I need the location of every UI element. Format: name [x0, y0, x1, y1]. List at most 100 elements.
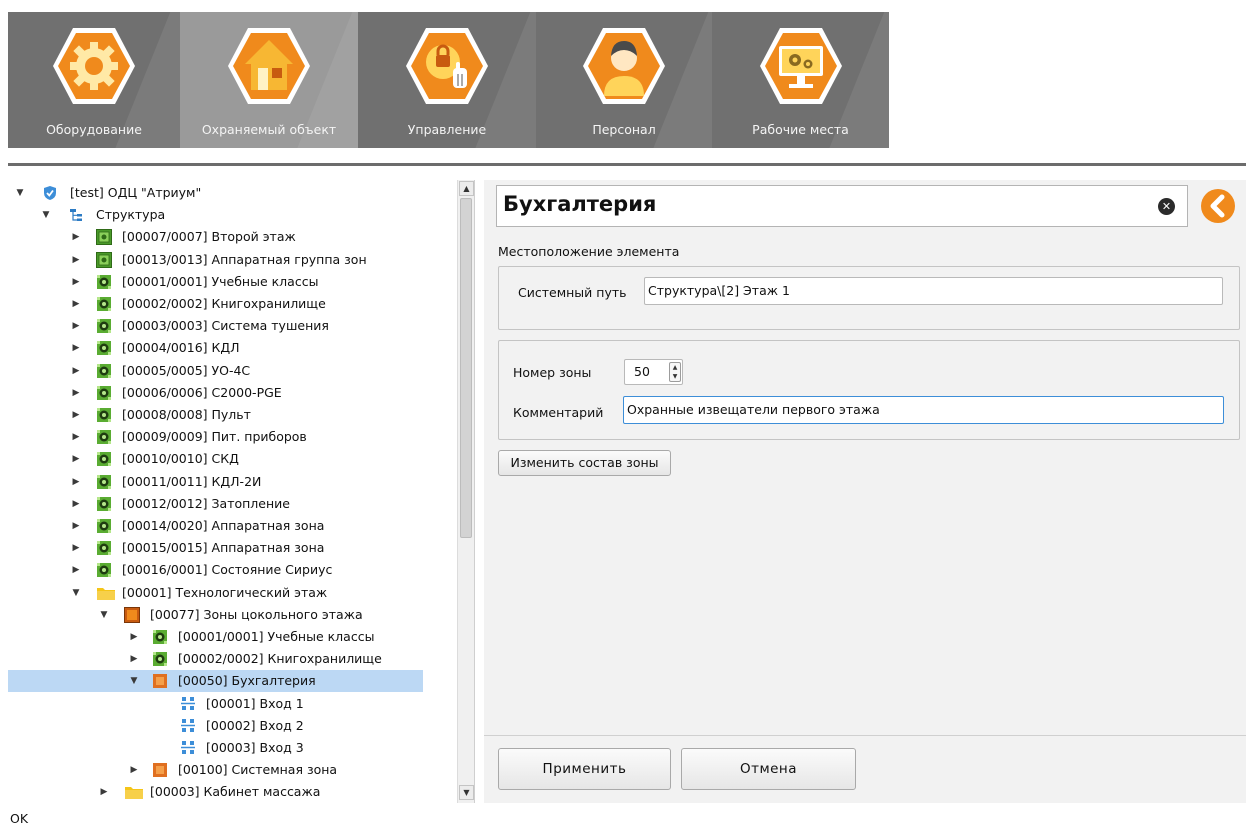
tree-row[interactable]: ▶ [00011/0011] КДЛ-2И [8, 471, 456, 493]
tree-row[interactable]: ▶ [00002/0002] Книгохранилище [8, 293, 456, 315]
tab-personnel[interactable]: Персонал [536, 12, 712, 148]
expand-arrow-icon[interactable]: ▶ [98, 781, 110, 803]
scroll-thumb[interactable] [460, 198, 472, 538]
hardware-zone-icon [96, 296, 112, 312]
collapse-arrow-icon[interactable]: ▼ [40, 204, 52, 226]
tree-row[interactable]: ▶ [00004/0016] КДЛ [8, 337, 456, 359]
zone-number-spinbox[interactable]: 50 ▲ ▼ [624, 359, 683, 385]
expand-arrow-icon[interactable]: ▶ [70, 315, 82, 337]
expand-arrow-icon[interactable]: ▶ [70, 448, 82, 470]
tree-row[interactable]: ▶ [00016/0001] Состояние Сириус [8, 559, 456, 581]
tree-row[interactable]: ▶ [00003] Кабинет массажа [8, 781, 456, 803]
expand-arrow-icon[interactable]: ▶ [128, 648, 140, 670]
collapse-arrow-icon[interactable]: ▼ [128, 670, 140, 692]
tree-row-label: [00016/0001] Состояние Сириус [122, 562, 333, 578]
collapse-arrow-icon[interactable]: ▼ [98, 604, 110, 626]
tree-row[interactable]: ▶ [00009/0009] Пит. приборов [8, 426, 456, 448]
tree-row[interactable]: ▶ [00015/0015] Аппаратная зона [8, 537, 456, 559]
back-arrow-icon[interactable] [1198, 186, 1238, 226]
system-path-field[interactable]: Структура\[2] Этаж 1 [644, 277, 1223, 305]
expand-arrow-icon[interactable]: ▶ [70, 471, 82, 493]
tree-row-label: [00003/0003] Система тушения [122, 318, 329, 334]
collapse-arrow-icon[interactable]: ▼ [70, 582, 82, 604]
expand-arrow-icon[interactable]: ▶ [70, 493, 82, 515]
tree-row[interactable]: ▶ [00006/0006] С2000-PGE [8, 382, 456, 404]
tree-row[interactable]: [00002] Вход 2 [8, 715, 456, 737]
tree-row[interactable]: [00001] Вход 1 [8, 693, 456, 715]
expand-arrow-icon[interactable]: ▶ [128, 626, 140, 648]
tab-workstations[interactable]: Рабочие места [712, 12, 889, 148]
expand-arrow-icon[interactable]: ▶ [70, 226, 82, 248]
scroll-down-button[interactable]: ▼ [459, 785, 474, 800]
tree-row[interactable]: ▼ [00001] Технологический этаж [8, 582, 456, 604]
tree-row[interactable]: ▶ [00002/0002] Книгохранилище [8, 648, 456, 670]
tree-row[interactable]: ▼ [00077] Зоны цокольного этажа [8, 604, 456, 626]
hardware-zone-icon [96, 318, 112, 334]
zone-number-label: Номер зоны [513, 365, 592, 380]
expand-arrow-icon[interactable]: ▶ [70, 271, 82, 293]
tree-row-label: [00009/0009] Пит. приборов [122, 429, 307, 445]
expand-arrow-icon[interactable]: ▶ [128, 759, 140, 781]
tree-row[interactable]: ▶ [00001/0001] Учебные классы [8, 271, 456, 293]
tree-row[interactable]: ▶ [00003/0003] Система тушения [8, 315, 456, 337]
tab-protected-object[interactable]: Охраняемый объект [180, 12, 358, 148]
tree-row[interactable]: ▶ [00012/0012] Затопление [8, 493, 456, 515]
tree-row[interactable]: ▶ [00001/0001] Учебные классы [8, 626, 456, 648]
tree-row-selected[interactable]: ▼ [00050] Бухгалтерия [8, 670, 423, 693]
tree-row[interactable]: ▶ [00005/0005] УО-4С [8, 360, 456, 382]
tree-row[interactable]: ▼ Структура [8, 204, 456, 226]
tree-row-label: [00077] Зоны цокольного этажа [150, 606, 363, 622]
cancel-button[interactable]: Отмена [681, 748, 856, 790]
monitor-gears-icon [757, 22, 845, 110]
tree-scrollbar[interactable]: ▲ ▼ [457, 180, 474, 803]
tree-row[interactable]: ▶ [00010/0010] СКД [8, 448, 456, 470]
expand-arrow-icon[interactable]: ▶ [70, 293, 82, 315]
tab-equipment-label: Оборудование [46, 122, 142, 137]
tree-row-label: [00014/0020] Аппаратная зона [122, 518, 325, 533]
comment-label: Комментарий [513, 405, 604, 420]
apply-button[interactable]: Применить [498, 748, 671, 790]
tree-row[interactable]: ▶ [00100] Системная зона [8, 759, 456, 781]
expand-arrow-icon[interactable]: ▶ [70, 404, 82, 426]
element-title-box[interactable]: Бухгалтерия ✕ [496, 185, 1188, 227]
tab-personnel-label: Персонал [592, 122, 656, 137]
tab-equipment[interactable]: Оборудование [8, 12, 180, 148]
tree-row[interactable]: ▶ [00013/0013] Аппаратная группа зон [8, 249, 456, 271]
tree-row-label: [00001] Технологический этаж [122, 584, 328, 600]
tree-row-label: [test] ОДЦ "Атриум" [70, 185, 202, 200]
collapse-arrow-icon[interactable]: ▼ [14, 182, 26, 204]
hardware-zone-icon [96, 274, 112, 290]
tree-row[interactable]: ▶ [00014/0020] Аппаратная зона [8, 515, 456, 537]
tree-row[interactable]: [00003] Вход 3 [8, 737, 456, 759]
shield-icon [42, 185, 58, 201]
clear-icon[interactable]: ✕ [1158, 198, 1175, 215]
expand-arrow-icon[interactable]: ▶ [70, 337, 82, 359]
tree-row-label: [00100] Системная зона [178, 762, 338, 778]
structure-tree[interactable]: ▼ [test] ОДЦ "Атриум" ▼ Структура ▶ [00007/00… [8, 180, 456, 803]
expand-arrow-icon[interactable]: ▶ [70, 515, 82, 537]
expand-arrow-icon[interactable]: ▶ [70, 426, 82, 448]
hardware-zone-icon [96, 496, 112, 512]
tree-row[interactable]: ▶ [00007/0007] Второй этаж [8, 226, 456, 248]
hardware-zone-icon [96, 407, 112, 423]
hardware-zone-icon [96, 562, 112, 578]
expand-arrow-icon[interactable]: ▶ [70, 360, 82, 382]
tab-management[interactable]: Управление [358, 12, 536, 148]
expand-arrow-icon[interactable]: ▶ [70, 249, 82, 271]
expand-arrow-icon[interactable]: ▶ [70, 559, 82, 581]
comment-field[interactable]: Охранные извещатели первого этажа [623, 396, 1224, 424]
location-section-label: Местоположение элемента [498, 244, 680, 259]
spin-arrows-icon[interactable]: ▲ ▼ [669, 362, 681, 382]
hardware-zone-icon [96, 429, 112, 445]
hardware-zone-icon [96, 540, 112, 556]
scroll-up-button[interactable]: ▲ [459, 181, 474, 196]
tree-row[interactable]: ▶ [00008/0008] Пульт [8, 404, 456, 426]
change-zone-button[interactable]: Изменить состав зоны [498, 450, 671, 476]
tree-row[interactable]: ▼ [test] ОДЦ "Атриум" [8, 182, 456, 204]
zone-icon [152, 762, 168, 778]
expand-arrow-icon[interactable]: ▶ [70, 537, 82, 559]
hardware-zone-icon [96, 340, 112, 356]
hardware-zone-icon [96, 363, 112, 379]
tab-protected-object-label: Охраняемый объект [201, 122, 337, 137]
expand-arrow-icon[interactable]: ▶ [70, 382, 82, 404]
